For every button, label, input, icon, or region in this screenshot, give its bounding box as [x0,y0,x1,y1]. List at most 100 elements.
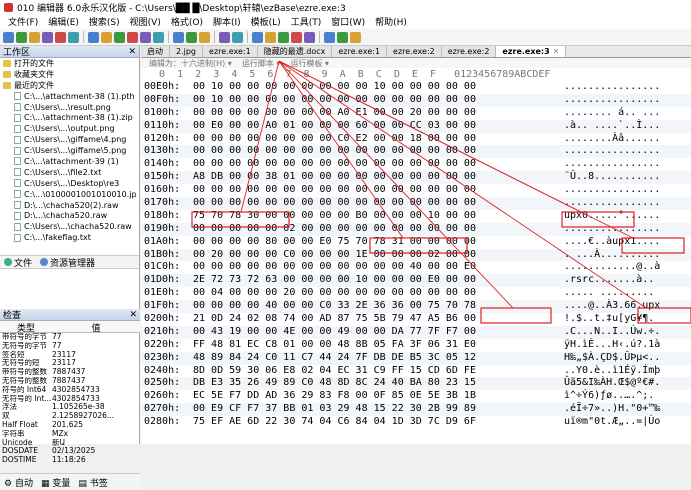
inspector-row[interactable]: 符号的 Int64 4302854733 [0,386,140,395]
menu-item-7[interactable]: 工具(T) [286,15,327,28]
template-icon[interactable] [291,31,302,43]
tab-bookmarks[interactable]: ▤ 书签 [78,476,107,489]
histogram-icon[interactable] [278,31,289,43]
run-icon[interactable] [324,31,335,43]
hex-row[interactable]: 0200h: 21 0D 24 02 08 74 00 AD 87 75 5B 7… [141,313,691,326]
inspector-row[interactable]: Unicode 新Ա [0,439,140,448]
file-tab[interactable]: 2.jpg [170,46,204,57]
hex-row[interactable]: 0250h: DB E3 35 26 49 89 C0 48 8D 8C 24 4… [141,377,691,391]
workspace-item[interactable]: C:\...\attachment-38 (1).zip [0,112,139,123]
hex-row[interactable]: 0210h: 00 43 19 00 00 4E 00 00 49 00 00 D… [141,325,691,339]
workspace-item[interactable]: C:\Users\...\giffame\5.png [0,145,139,156]
hex-row[interactable]: 0110h: 00 E0 00 00 A0 01 00 00 00 60 00 0… [141,119,691,133]
workspace-item[interactable]: C:\...\0100001001010010.jp [0,189,139,200]
inspector-row[interactable]: 字符串 MZx [0,430,140,439]
menu-item-2[interactable]: 搜索(S) [84,15,125,28]
tab-explorer[interactable]: 资源管理器 [40,256,95,269]
hex-row[interactable]: 01A0h: 00 00 00 00 80 00 00 E0 75 70 78 3… [141,236,691,249]
workspace-item[interactable]: C:\Users\...\file2.txt [0,167,139,178]
menu-item-5[interactable]: 脚本(I) [208,15,246,28]
workspace-item[interactable]: C:\...\attachment-39 (1) [0,156,139,167]
workspace-item[interactable]: C:\...\attachment-38 (1).pth [0,91,139,102]
text-icon[interactable] [232,31,243,43]
file-tab[interactable]: ezre.exe:2 [387,46,442,57]
hex-row[interactable]: 01D0h: 2E 72 73 72 63 00 00 00 00 10 00 0… [141,274,691,288]
hex-row[interactable]: 0190h: 00 00 00 00 00 02 00 00 00 00 00 0… [141,222,691,236]
hex-row[interactable]: 0220h: FF 48 81 EC C8 01 00 00 48 8B 05 F… [141,339,691,352]
save-all-icon[interactable] [42,31,53,43]
menu-item-3[interactable]: 视图(V) [125,15,166,28]
hex-row[interactable]: 0180h: 75 70 78 30 00 00 00 00 00 B0 00 0… [141,210,691,223]
workspace-item[interactable]: 最近的文件 [0,80,139,91]
compare-icon[interactable] [265,31,276,43]
menu-item-0[interactable]: 文件(F) [3,15,43,28]
delete-icon[interactable] [127,31,138,43]
inspector-row[interactable]: 无符号的字节 77 [0,342,140,351]
hex-row[interactable]: 01F0h: 00 00 00 00 40 00 00 C0 33 2E 36 3… [141,300,691,314]
hex-row[interactable]: 01C0h: 00 00 00 00 00 00 00 00 00 00 00 0… [141,261,691,274]
file-tab[interactable]: ezre.exe:1 [332,46,388,57]
hex-row[interactable]: 0100h: 00 00 00 00 00 00 00 00 A0 E1 00 0… [141,107,691,120]
inspector-row[interactable]: 无符号的 Int... 4302854733 [0,395,140,404]
workspace-item[interactable]: C:\Users\...\giffame\4.png [0,134,139,145]
workspace-item[interactable]: C:\Users\...\chacha520.raw [0,221,139,232]
find-icon[interactable] [173,31,184,43]
plugin-icon[interactable] [350,31,361,43]
print-icon[interactable] [68,31,79,43]
hex-row[interactable]: 0270h: 00 E9 CF F7 37 BB 01 03 29 48 15 2… [141,403,691,417]
tab-variables[interactable]: ▦ 变量 [41,476,70,489]
new-file-icon[interactable] [3,31,14,43]
inspector-row[interactable]: 带符号的字节 77 [0,333,140,342]
goto-icon[interactable] [199,31,210,43]
edit-as-dropdown[interactable]: 编辑为：十六进制(H) ▾ [149,58,232,69]
hex-row[interactable]: 0130h: 00 00 00 00 00 00 00 00 00 00 00 0… [141,145,691,159]
tab-auto[interactable]: ⚙ 自动 [4,476,33,489]
replace-icon[interactable] [186,31,197,43]
file-tab[interactable]: 隐藏的最遗.docx [257,46,333,57]
inspector-row[interactable]: 签名短 23117 [0,351,140,360]
hex-row[interactable]: 0150h: A8 DB 00 00 38 01 00 00 00 00 00 0… [141,171,691,185]
inspector-row[interactable]: DOSTIME 11:18:26 [0,456,140,465]
save-icon[interactable] [29,31,40,43]
hex-icon[interactable] [219,31,230,43]
workspace-item[interactable]: D:\...\chacha520(2).raw [0,200,139,211]
workspace-item[interactable]: D:\...\chacha520.raw [0,210,139,221]
file-tab[interactable]: 启动 [141,46,170,57]
inspector-row[interactable]: 双 2.1258927026... [0,412,140,421]
run-script-dropdown[interactable]: 运行脚本 ▾ [242,58,281,69]
menu-item-6[interactable]: 模板(L) [246,15,286,28]
hex-row[interactable]: 0140h: 00 00 00 00 00 00 00 00 00 00 00 0… [141,158,691,171]
workspace-item[interactable]: C:\Users\...\result.png [0,102,139,113]
inspector-row[interactable]: 浮法 1.105265e-38 [0,403,140,412]
inspector-row[interactable]: Half Float 201.625 [0,421,140,430]
hex-row[interactable]: 0230h: 48 89 84 24 C0 11 C7 44 24 7F DB D… [141,351,691,365]
copy-icon[interactable] [101,31,112,43]
inspector-row[interactable]: DOSDATE 02/13/2025 [0,447,140,456]
workspace-item[interactable]: C:\Users\...\Desktop\re3 [0,178,139,189]
hex-row[interactable]: 01B0h: 00 20 00 00 00 C0 00 00 00 1E 00 0… [141,248,691,262]
menu-item-1[interactable]: 编辑(E) [43,15,84,28]
hex-row[interactable]: 00E0h: 00 10 00 00 00 00 00 00 00 00 10 0… [141,81,691,94]
workspace-item[interactable]: 收藏夹文件 [0,69,139,80]
cut-icon[interactable] [88,31,99,43]
open-folder-icon[interactable] [16,31,27,43]
chart-icon[interactable] [337,31,348,43]
hex-row[interactable]: 00F0h: 00 10 00 00 00 00 00 00 00 00 00 0… [141,93,691,107]
workspace-item[interactable]: C:\Users\...\output.png [0,123,139,134]
tab-files[interactable]: 文件 [4,256,32,269]
menu-item-8[interactable]: 窗口(W) [326,15,370,28]
file-tab[interactable]: ezre.exe:1 [203,46,258,57]
menu-item-4[interactable]: 格式(O) [166,15,208,28]
paste-icon[interactable] [114,31,125,43]
undo-icon[interactable] [140,31,151,43]
workspace-item[interactable]: 打开的文件 [0,58,139,69]
inspector-row[interactable]: 无符号的整数 7887437 [0,377,140,386]
file-tab[interactable]: ezre.exe:2 [441,46,497,57]
hex-row[interactable]: 01E0h: 00 04 00 00 00 20 00 00 00 00 00 0… [141,287,691,300]
hex-row[interactable]: 0260h: EC 5E F7 DD AD 36 29 83 F8 00 0F 8… [141,390,691,403]
hex-row[interactable]: 0120h: 00 00 00 00 00 00 00 00 C0 E2 00 0… [141,133,691,146]
close-icon[interactable]: ✕ [128,47,136,57]
file-tab[interactable]: ezre.exe:3 ✕ [496,46,567,57]
redo-icon[interactable] [153,31,164,43]
close-icon[interactable]: ✕ [129,310,137,320]
